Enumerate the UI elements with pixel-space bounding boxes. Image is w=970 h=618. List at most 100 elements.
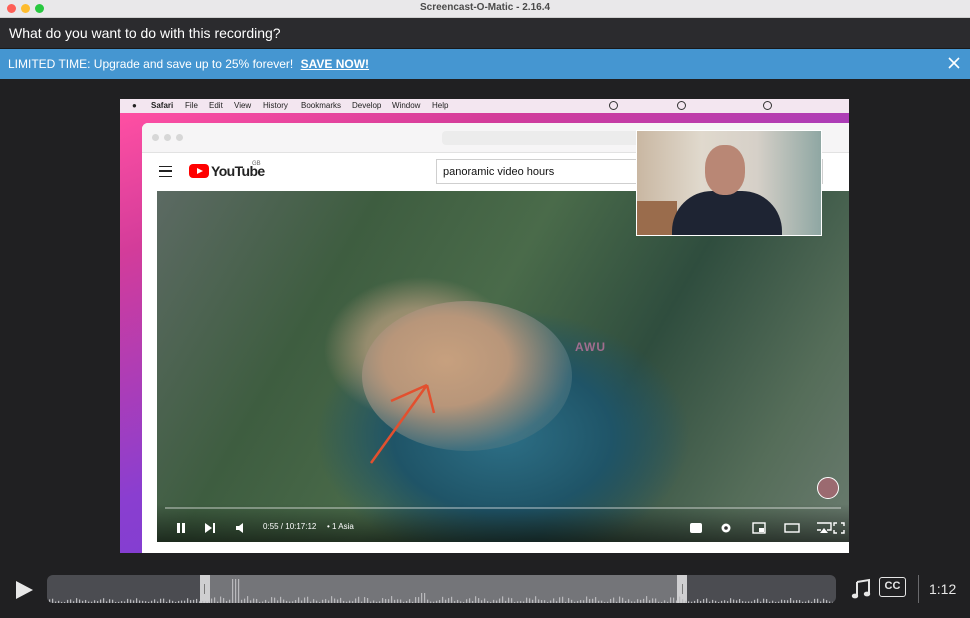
waveform-bar [97,601,99,603]
waveform-bar [187,598,189,603]
audio-waveform [49,579,836,603]
menubar-item-history: History [263,101,288,110]
waveform-bar [439,600,441,603]
close-icon[interactable] [947,56,961,70]
waveform-bar [487,601,489,603]
timeline-track[interactable] [47,575,836,603]
waveform-bar [523,601,525,603]
waveform-bar [640,599,642,603]
waveform-bar [70,599,72,603]
waveform-bar [334,598,336,603]
waveform-bar [820,601,822,603]
waveform-bar [532,599,534,603]
promo-text-wrap: LIMITED TIME: Upgrade and save up to 25%… [8,57,369,71]
waveform-bar [373,600,375,603]
video-watermark: AWU [575,340,606,354]
save-now-link[interactable]: SAVE NOW! [301,57,369,71]
waveform-bar [745,601,747,603]
waveform-bar [88,601,90,603]
waveform-bar [418,597,420,603]
waveform-bar [349,600,351,603]
waveform-bar [223,598,225,603]
waveform-bar [802,601,804,603]
prompt-bar: What do you want to do with this recordi… [0,18,970,49]
waveform-bar [391,596,393,603]
waveform-bar [388,599,390,603]
waveform-bar [274,597,276,603]
captions-button[interactable]: CC [879,577,906,597]
waveform-bar [73,601,75,603]
youtube-logo-icon [189,164,209,178]
recording-duration: 1:12 [929,581,957,597]
waveform-bar [241,599,243,603]
status-icon [763,101,772,110]
waveform-bar [463,601,465,603]
waveform-bar [727,601,729,603]
waveform-bar [142,600,144,603]
waveform-bar [598,600,600,603]
music-note-icon[interactable] [850,578,872,600]
waveform-bar [94,600,96,603]
waveform-bar [571,599,573,603]
waveform-bar [496,600,498,603]
waveform-bar [289,601,291,603]
waveform-bar [757,598,759,603]
waveform-bar [379,601,381,603]
waveform-bar [799,600,801,603]
waveform-bar [646,596,648,603]
waveform-bar [583,600,585,603]
waveform-bar [448,598,450,603]
waveform-bar [715,600,717,603]
waveform-bar [337,599,339,603]
waveform-bar [430,601,432,603]
waveform-bar [793,600,795,603]
waveform-bar [190,600,192,603]
waveform-bar [385,599,387,603]
waveform-bar [676,600,678,603]
waveform-bar [268,601,270,603]
waveform-bar [148,601,150,603]
waveform-bar [673,597,675,603]
hamburger-menu-icon [159,166,172,177]
waveform-bar [682,599,684,603]
waveform-bar [595,597,597,603]
waveform-bar [253,598,255,603]
waveform-bar [643,598,645,603]
waveform-bar [112,599,114,603]
waveform-bar [607,601,609,603]
waveform-bar [271,597,273,603]
waveform-bar [124,601,126,603]
waveform-bar [772,600,774,603]
waveform-bar [343,600,345,603]
promo-banner: LIMITED TIME: Upgrade and save up to 25%… [0,49,970,79]
waveform-bar [505,600,507,603]
safari-url-bar [442,131,642,145]
waveform-bar [340,597,342,603]
menubar-app-name: Safari [151,101,174,110]
waveform-bar [382,598,384,603]
waveform-bar [478,598,480,603]
waveform-bar [508,597,510,603]
waveform-bar [106,601,108,603]
volume-icon [236,523,243,533]
menubar-item-file: File [185,101,198,110]
waveform-bar [697,599,699,603]
waveform-bar [637,599,639,603]
waveform-bar [328,600,330,603]
waveform-bar [733,599,735,603]
waveform-bar [277,600,279,603]
mac-menubar: ● Safari File Edit View History Bookmark… [120,99,849,113]
waveform-bar [652,598,654,603]
waveform-bar [421,593,423,603]
waveform-bar [145,601,147,603]
waveform-bar [298,597,300,603]
play-icon[interactable] [14,580,34,600]
waveform-bar [517,601,519,603]
waveform-bar [199,601,201,603]
waveform-bar [655,598,657,603]
waveform-bar [748,601,750,603]
waveform-bar [118,601,120,603]
waveform-bar [394,599,396,603]
webcam-couch [637,201,677,235]
waveform-bar [319,601,321,603]
